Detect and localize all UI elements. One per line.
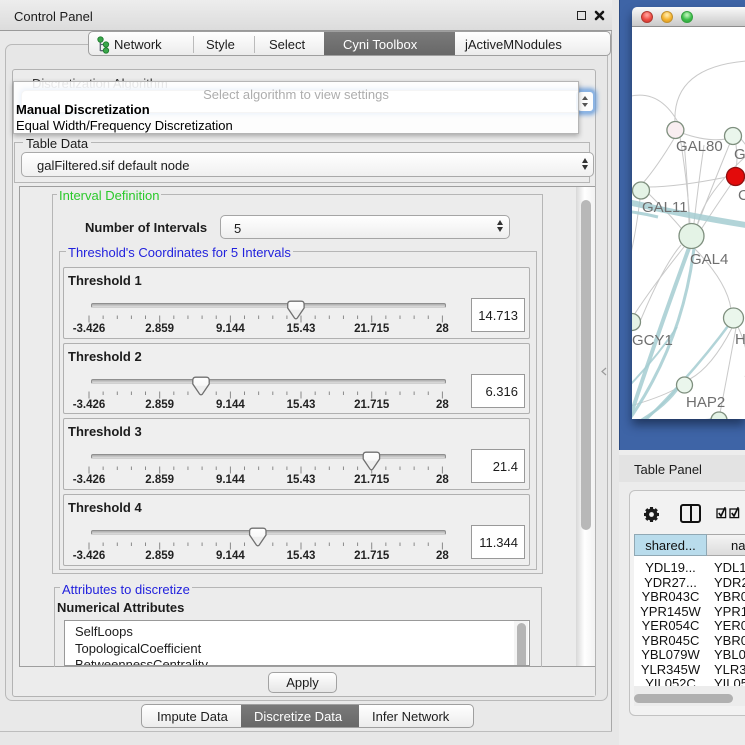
svg-text:GAL4D: GAL4D xyxy=(734,146,745,163)
svg-text:GCY1: GCY1 xyxy=(632,332,673,349)
svg-text:GAL4: GAL4 xyxy=(690,251,728,268)
svg-text:HAP2: HAP2 xyxy=(686,394,725,411)
svg-text:CYC8: CYC8 xyxy=(738,187,745,204)
svg-text:GAL80: GAL80 xyxy=(676,138,723,155)
svg-text:GAL11: GAL11 xyxy=(642,199,688,216)
svg-text:HIS7: HIS7 xyxy=(735,331,745,348)
